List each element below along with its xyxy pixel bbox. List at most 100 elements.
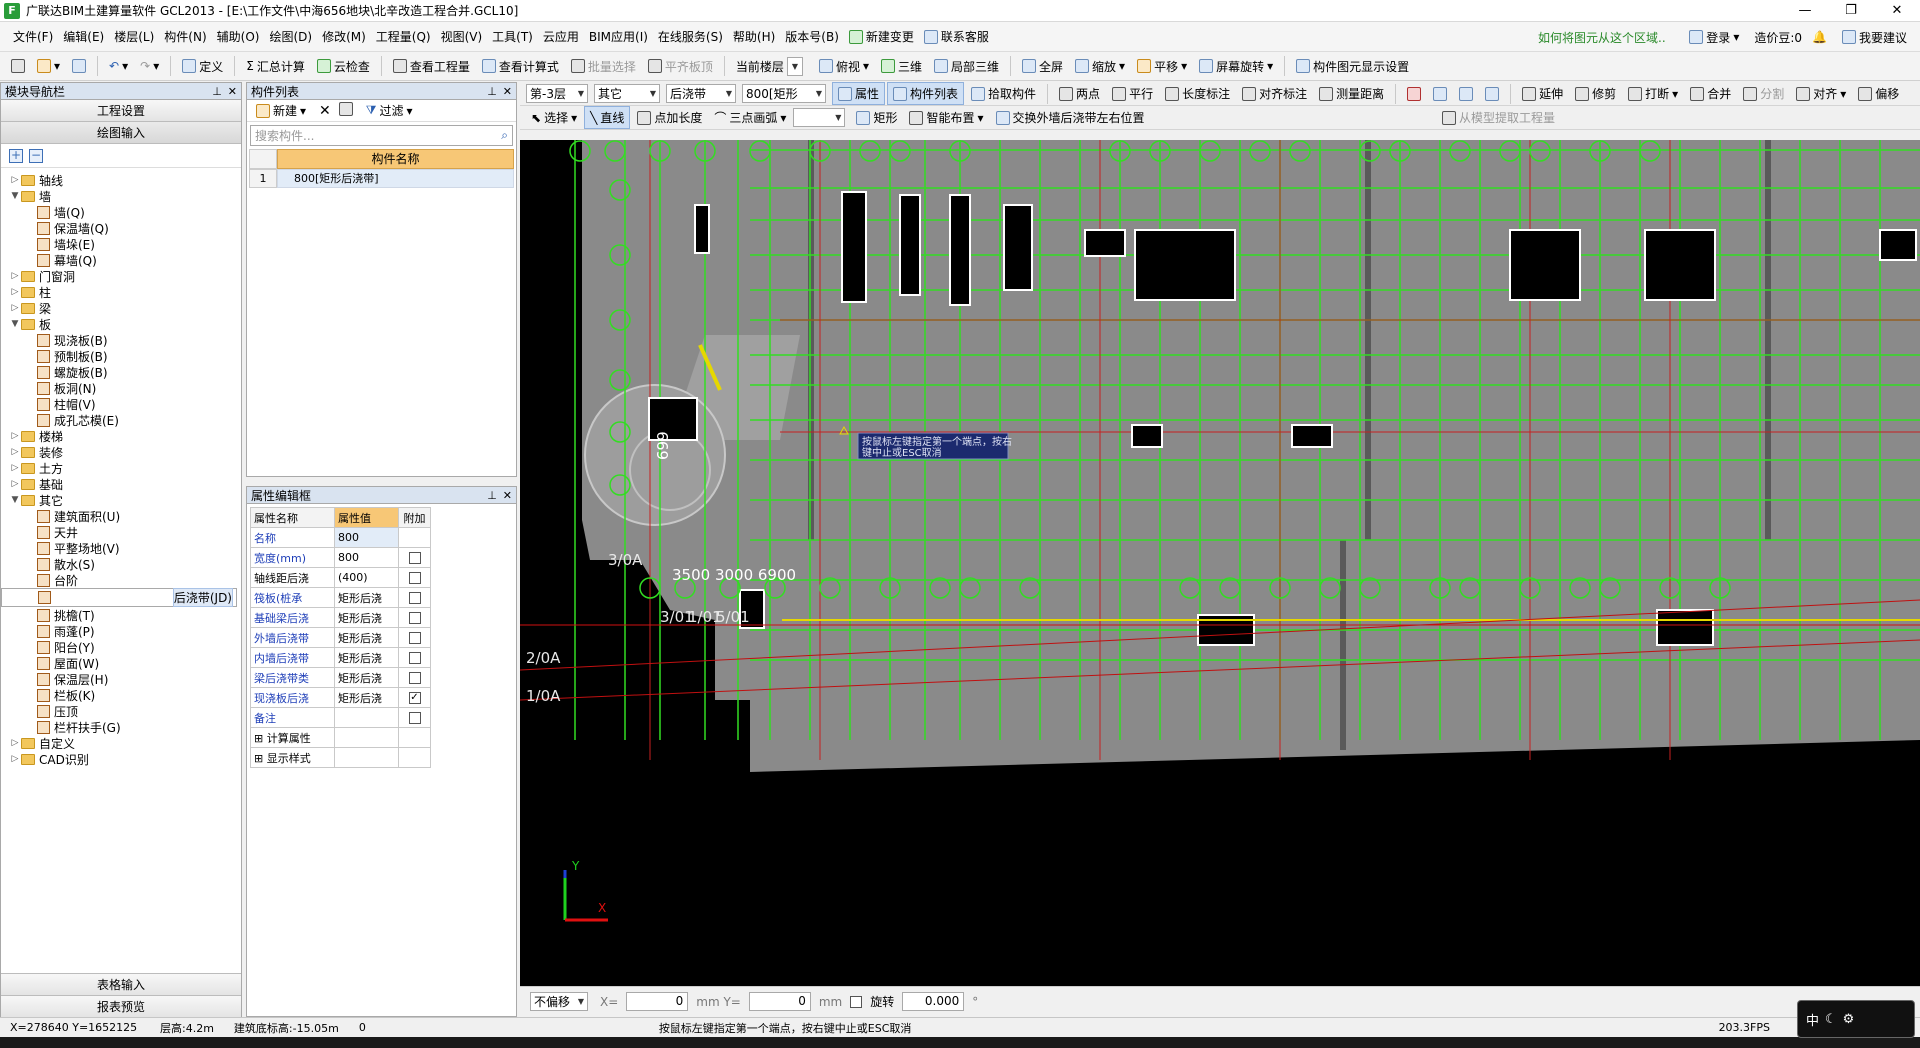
property-value[interactable]: 800 (334, 547, 399, 568)
property-row[interactable]: 轴线距后浇 (400) (250, 567, 431, 588)
close-panel-icon[interactable]: ✕ (228, 85, 237, 98)
tree-item[interactable]: 墙(Q) (1, 204, 241, 220)
property-row[interactable]: 基础梁后浇 矩形后浇 (250, 607, 431, 628)
property-value[interactable]: 矩形后浇 (334, 627, 399, 648)
tree-folder[interactable]: ▷ 楼梯 (1, 428, 241, 444)
align-mark-button[interactable]: 对齐标注 (1237, 83, 1312, 104)
arc-option-select[interactable]: ▼ (793, 108, 846, 127)
rotate-screen-button[interactable]: 屏幕旋转 ▾ (1194, 56, 1278, 77)
save-button[interactable] (67, 57, 91, 75)
smart-layout-button[interactable]: 智能布置 ▾ (904, 107, 988, 128)
cad-drawing[interactable]: 按鼠标左键指定第一个端点，按右 键中止或ESC取消 3/0A 2/0A 1/0A… (520, 140, 1920, 986)
rect-button[interactable]: 矩形 (851, 107, 902, 128)
search-icon[interactable]: ⌕ (501, 128, 508, 143)
tree-item[interactable]: 台阶 (1, 572, 241, 588)
type-select[interactable]: 后浇带 ▼ (666, 84, 736, 103)
break-button[interactable]: 打断 ▾ (1623, 83, 1683, 104)
tree-folder[interactable]: ▼ 其它 (1, 492, 241, 508)
tree-item[interactable]: 后浇带(JD) (1, 588, 237, 607)
extra-checkbox[interactable] (408, 612, 421, 624)
menu-edit[interactable]: 编辑(E) (58, 28, 109, 45)
floor-select[interactable]: 第-3层 ▼ (526, 84, 588, 103)
menu-bim[interactable]: BIM应用(I) (584, 28, 653, 45)
tree-folder[interactable]: ▷ CAD识别 (1, 751, 241, 767)
tree-item[interactable]: 保温层(H) (1, 671, 241, 687)
menu-quantity[interactable]: 工程量(Q) (371, 28, 436, 45)
pan-button[interactable]: 平移 ▾ (1132, 56, 1192, 77)
close-button[interactable]: ✕ (1874, 0, 1920, 22)
tree-folder[interactable]: ▷ 基础 (1, 476, 241, 492)
hint-link[interactable]: 如何将图元从这个区域.. (1538, 29, 1666, 46)
menu-floor[interactable]: 楼层(L) (109, 28, 159, 45)
measure-button[interactable]: 测量距离 (1314, 83, 1389, 104)
merge-button[interactable]: 合并 (1685, 83, 1736, 104)
mirror-button[interactable] (1428, 85, 1452, 103)
chevron-right-icon[interactable]: ▷ (9, 303, 21, 313)
suggest-button[interactable]: 我要建议 (1837, 27, 1912, 48)
tree-folder[interactable]: ▷ 土方 (1, 460, 241, 476)
align-button[interactable]: 对齐 ▾ (1791, 83, 1851, 104)
tree-item[interactable]: 压顶 (1, 703, 241, 719)
filter-button[interactable]: ⧩ 过滤 ▾ (361, 100, 418, 121)
menu-component[interactable]: 构件(N) (159, 28, 211, 45)
pick-component-button[interactable]: 拾取构件 (966, 83, 1041, 104)
collapse-all-icon[interactable]: − (29, 148, 43, 163)
expand-all-icon[interactable]: + (9, 148, 23, 163)
tree-item[interactable]: 幕墙(Q) (1, 252, 241, 268)
open-button[interactable]: ▾ (32, 57, 65, 75)
length-mark-button[interactable]: 长度标注 (1160, 83, 1235, 104)
new-change-button[interactable]: 新建变更 (844, 28, 919, 45)
tree-item[interactable]: 保温墙(Q) (1, 220, 241, 236)
rotate-button[interactable] (1480, 85, 1504, 103)
expand-icon[interactable]: ⊞ (254, 752, 267, 765)
tree-item[interactable]: 现浇板(B) (1, 332, 241, 348)
tree-item[interactable]: 天井 (1, 524, 241, 540)
chevron-down-icon[interactable]: ▼ (9, 191, 21, 201)
new-component-button[interactable]: 新建 ▾ (251, 100, 311, 121)
properties-toggle[interactable]: 属性 (832, 82, 886, 105)
extend-button[interactable]: 延伸 (1517, 83, 1568, 104)
rotate-input[interactable]: 0.000 (902, 992, 965, 1011)
property-value[interactable] (334, 747, 399, 768)
component-select[interactable]: 800[矩形 ▼ (742, 84, 826, 103)
property-row[interactable]: 内墙后浇带 矩形后浇 (250, 647, 431, 668)
menu-version[interactable]: 版本号(B) (780, 28, 844, 45)
x-input[interactable]: 0 (626, 992, 689, 1011)
trim-button[interactable]: 修剪 (1570, 83, 1621, 104)
contact-service-button[interactable]: 联系客服 (919, 28, 994, 45)
property-value[interactable] (334, 707, 399, 728)
extra-checkbox[interactable] (408, 652, 421, 664)
two-points-button[interactable]: 两点 (1054, 83, 1105, 104)
drawing-input-button[interactable]: 绘图输入 (1, 122, 241, 144)
property-value[interactable]: 矩形后浇 (334, 607, 399, 628)
pen-tool-button[interactable] (1402, 85, 1426, 103)
batch-select-button[interactable]: 批量选择 (566, 56, 641, 77)
move-button[interactable] (1454, 85, 1478, 103)
current-floor-select[interactable]: 当前楼层 ▼ (731, 55, 812, 78)
three-d-button[interactable]: 三维 (876, 56, 927, 77)
tree-item[interactable]: 屋面(W) (1, 655, 241, 671)
pin-icon[interactable]: ⊥ (487, 85, 497, 98)
menu-auxiliary[interactable]: 辅助(O) (212, 28, 265, 45)
pin-icon[interactable]: ⊥ (212, 85, 222, 98)
parallel-button[interactable]: 平行 (1107, 83, 1158, 104)
delete-icon[interactable]: ✕ (319, 103, 331, 119)
menu-online[interactable]: 在线服务(S) (653, 28, 728, 45)
level-slab-button[interactable]: 平齐板顶 (643, 56, 718, 77)
tree-folder[interactable]: ▼ 墙 (1, 188, 241, 204)
tree-folder[interactable]: ▷ 柱 (1, 284, 241, 300)
menu-help[interactable]: 帮助(H) (728, 28, 780, 45)
extra-checkbox[interactable] (408, 552, 421, 564)
tree-item[interactable]: 栏板(K) (1, 687, 241, 703)
point-length-button[interactable]: 点加长度 (632, 107, 707, 128)
tree-folder[interactable]: ▷ 装修 (1, 444, 241, 460)
split-button[interactable]: 分割 (1738, 83, 1789, 104)
tree-item[interactable]: 平整场地(V) (1, 540, 241, 556)
menu-modify[interactable]: 修改(M) (317, 28, 371, 45)
define-button[interactable]: 定义 (177, 56, 228, 77)
line-button[interactable]: ╲ 直线 (584, 106, 631, 129)
property-row[interactable]: 现浇板后浇 矩形后浇 ✓ (250, 687, 431, 708)
chevron-down-icon[interactable]: ▼ (9, 495, 21, 505)
component-row[interactable]: 1 800[矩形后浇带] (249, 169, 514, 188)
extra-checkbox[interactable] (408, 632, 421, 644)
